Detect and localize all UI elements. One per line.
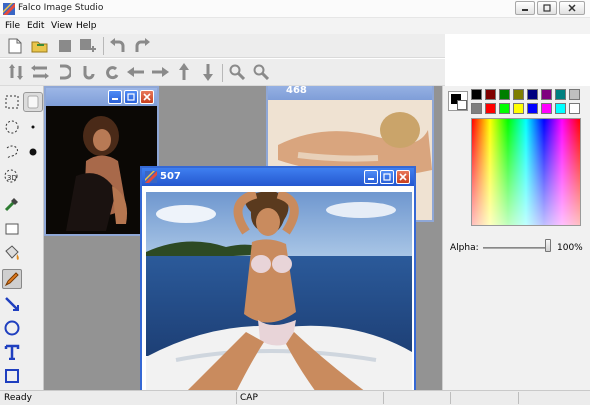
- color-swatch[interactable]: [485, 103, 496, 114]
- color-swatch[interactable]: [499, 103, 510, 114]
- color-swatch[interactable]: [471, 89, 482, 100]
- status-divider: [383, 392, 384, 404]
- photo-image: [146, 192, 412, 390]
- zoom-in-icon[interactable]: [227, 63, 247, 81]
- eraser-icon[interactable]: [2, 219, 22, 239]
- color-swatch[interactable]: [541, 89, 552, 100]
- save-all-icon[interactable]: [78, 37, 98, 55]
- status-divider: [450, 392, 451, 404]
- redo-icon[interactable]: [132, 37, 152, 55]
- close-button[interactable]: [140, 90, 154, 104]
- color-swatch[interactable]: [471, 103, 482, 114]
- rotate-right-icon[interactable]: [78, 63, 98, 81]
- window-titlebar: Falco Image Studio: [0, 0, 590, 18]
- rectangle-tool-icon[interactable]: [2, 366, 22, 386]
- color-swatch[interactable]: [569, 89, 580, 100]
- status-text: Ready: [4, 393, 32, 403]
- minimize-button[interactable]: [515, 1, 535, 15]
- alpha-slider-thumb[interactable]: [545, 239, 551, 252]
- alpha-value: 100%: [557, 243, 583, 253]
- close-button[interactable]: [396, 170, 410, 184]
- text-tool-icon[interactable]: [2, 342, 22, 362]
- close-button[interactable]: [559, 1, 585, 15]
- arrow-left-icon[interactable]: [126, 63, 146, 81]
- status-caps-indicator: CAP: [240, 393, 258, 403]
- image-window-468-titlebar[interactable]: 468: [268, 86, 432, 100]
- ellipse-select-icon[interactable]: [2, 117, 22, 137]
- menu-bar: File Edit View Help: [0, 18, 590, 34]
- flip-vertical-icon[interactable]: [6, 63, 26, 81]
- menu-file[interactable]: File: [5, 21, 20, 31]
- color-swatch[interactable]: [499, 89, 510, 100]
- ellipse-tool-icon[interactable]: [2, 318, 22, 338]
- maximize-button[interactable]: [380, 170, 394, 184]
- open-folder-icon[interactable]: [30, 37, 50, 55]
- current-color-indicator[interactable]: [448, 91, 468, 111]
- image-window-1-titlebar[interactable]: [46, 88, 157, 106]
- minimize-button[interactable]: [108, 90, 122, 104]
- new-file-icon[interactable]: [5, 37, 25, 55]
- alpha-label: Alpha:: [450, 243, 479, 253]
- toolbar-file: [0, 34, 445, 58]
- color-swatch[interactable]: [541, 103, 552, 114]
- color-spectrum-picker[interactable]: [471, 118, 581, 226]
- save-icon[interactable]: [55, 37, 75, 55]
- eyedropper-icon[interactable]: [2, 194, 22, 214]
- toolbar-separator: [222, 64, 223, 82]
- undo-icon[interactable]: [108, 37, 128, 55]
- line-tool-icon[interactable]: [2, 294, 22, 314]
- lasso-select-icon[interactable]: [2, 142, 22, 162]
- toolbar-separator: [103, 37, 104, 55]
- minimize-button[interactable]: [364, 170, 378, 184]
- maximize-button[interactable]: [124, 90, 138, 104]
- tool-palette: 3D: [0, 86, 44, 390]
- color-panel: Alpha: 100%: [442, 86, 590, 390]
- alpha-slider-track[interactable]: [483, 247, 549, 249]
- zoom-out-icon[interactable]: [251, 63, 271, 81]
- color-swatch[interactable]: [527, 89, 538, 100]
- status-divider: [236, 392, 237, 404]
- image-window-507-titlebar[interactable]: 507: [142, 168, 414, 186]
- arrow-down-icon[interactable]: [198, 63, 218, 81]
- app-logo-icon: [3, 3, 15, 15]
- image-window-468-title: 468: [286, 86, 307, 96]
- toolbar-transform: [0, 59, 445, 86]
- color-swatch[interactable]: [485, 89, 496, 100]
- color-swatch[interactable]: [513, 89, 524, 100]
- color-swatch[interactable]: [555, 89, 566, 100]
- brush-size-small-icon[interactable]: [23, 117, 43, 137]
- menu-edit[interactable]: Edit: [27, 21, 44, 31]
- maximize-button[interactable]: [537, 1, 557, 15]
- color-swatch[interactable]: [569, 103, 580, 114]
- image-window-507[interactable]: 507: [140, 166, 416, 390]
- window-title: Falco Image Studio: [18, 3, 104, 13]
- paint-bucket-icon[interactable]: [2, 243, 22, 263]
- background-color-swatch[interactable]: [457, 100, 467, 110]
- magic-wand-icon[interactable]: 3D: [2, 167, 22, 187]
- document-icon: [145, 171, 157, 183]
- image-canvas-507[interactable]: [146, 192, 412, 390]
- color-swatch[interactable]: [527, 103, 538, 114]
- pencil-icon[interactable]: [2, 269, 22, 289]
- brush-size-panel[interactable]: [23, 92, 43, 112]
- rotate-icon[interactable]: [102, 63, 122, 81]
- brush-size-medium-icon[interactable]: [23, 142, 43, 162]
- status-bar: Ready CAP: [0, 390, 590, 405]
- mdi-workspace: 468 507: [44, 86, 442, 390]
- arrow-up-icon[interactable]: [174, 63, 194, 81]
- color-swatch[interactable]: [555, 103, 566, 114]
- menu-view[interactable]: View: [51, 21, 72, 31]
- color-swatch[interactable]: [513, 103, 524, 114]
- image-window-507-title: 507: [160, 171, 181, 182]
- rect-select-icon[interactable]: [2, 92, 22, 112]
- arrow-right-icon[interactable]: [150, 63, 170, 81]
- rotate-left-icon[interactable]: [54, 63, 74, 81]
- status-divider: [518, 392, 519, 404]
- menu-help[interactable]: Help: [76, 21, 97, 31]
- flip-horizontal-icon[interactable]: [30, 63, 50, 81]
- svg-text:3D: 3D: [7, 174, 17, 182]
